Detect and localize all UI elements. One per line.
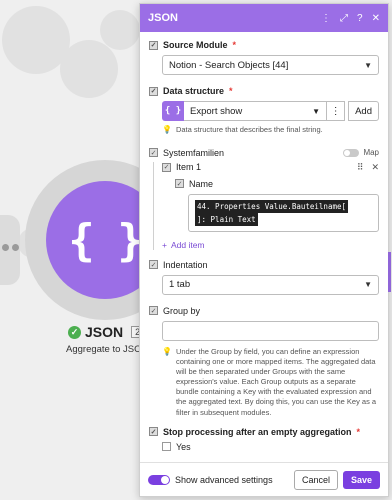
group-by-label: ✓ Group by: [149, 305, 201, 316]
chevron-down-icon: ▼: [364, 60, 372, 70]
more-vertical-icon[interactable]: ⋮: [321, 13, 331, 24]
module-subtitle: Aggregate to JSON: [66, 344, 149, 355]
stop-processing-option: Yes: [162, 442, 379, 452]
add-item-button[interactable]: + Add item: [162, 240, 379, 250]
chevron-down-icon: ▼: [364, 280, 372, 290]
name-label: ✓ Name: [175, 178, 214, 189]
connector-dot: [12, 244, 19, 251]
indentation-label: ✓ Indentation: [149, 259, 208, 270]
module-settings-panel: JSON ⋮ ⤢ ? ✕ ✓ Source Module * Notion - S…: [139, 3, 391, 497]
json-braces-icon: { }: [162, 101, 184, 121]
collapse-checkbox-icon[interactable]: ✓: [162, 162, 171, 172]
data-structure-label: ✓ Data structure *: [149, 86, 233, 96]
data-structure-menu-button[interactable]: ⋮: [327, 101, 346, 121]
panel-footer: Show advanced settings Cancel Save: [140, 462, 388, 496]
data-structure-hint: 💡 Data structure that describes the fina…: [162, 125, 323, 134]
cancel-button[interactable]: Cancel: [293, 469, 338, 490]
group-by-hint: 💡 Under the Group by field, you can defi…: [162, 346, 377, 417]
plus-icon: +: [162, 239, 167, 250]
collapse-checkbox-icon[interactable]: ✓: [149, 86, 158, 96]
advanced-settings-toggle[interactable]: [148, 474, 170, 485]
panel-scrollbar[interactable]: [388, 252, 391, 292]
yes-checkbox[interactable]: [162, 442, 171, 452]
check-icon: ✓: [68, 325, 81, 339]
source-module-select[interactable]: Notion - Search Objects [44] ▼: [162, 55, 379, 75]
canvas-bubble: [100, 10, 140, 50]
map-toggle[interactable]: [343, 148, 360, 157]
connector-dot: [2, 244, 9, 251]
collapse-checkbox-icon[interactable]: ✓: [149, 260, 158, 270]
collapse-checkbox-icon[interactable]: ✓: [149, 427, 158, 437]
lightbulb-icon: 💡: [162, 346, 172, 356]
save-button[interactable]: Save: [342, 470, 380, 489]
systemfamilien-items: ✓ Item 1 ⠿ ✕ ✓ Name 44. Properties Value…: [153, 161, 379, 250]
panel-body: ✓ Source Module * Notion - Search Objects…: [140, 32, 391, 462]
indentation-select[interactable]: 1 tab ▼: [162, 274, 379, 295]
panel-header: JSON ⋮ ⤢ ? ✕: [140, 4, 388, 32]
remove-item-icon[interactable]: ✕: [371, 162, 379, 173]
help-icon[interactable]: ?: [357, 13, 363, 24]
expand-icon[interactable]: ⤢: [340, 13, 348, 24]
map-label: Map: [363, 148, 379, 158]
collapse-checkbox-icon[interactable]: ✓: [175, 179, 184, 189]
drag-handle-icon[interactable]: ⠿: [357, 162, 364, 173]
name-mapping-input[interactable]: 44. Properties Value.Bauteilname[ ]: Pla…: [188, 193, 379, 232]
add-data-structure-button[interactable]: Add: [348, 101, 379, 121]
canvas-bubble: [60, 40, 118, 98]
module-label: ✓ JSON 2: [68, 324, 145, 340]
mapped-value-pill[interactable]: ]: Plain Text: [195, 212, 258, 226]
lightbulb-icon: 💡: [162, 125, 172, 134]
mapped-value-pill[interactable]: 44. Properties Value.Bauteilname[: [195, 199, 349, 213]
systemfamilien-label: ✓ Systemfamilien Map: [149, 147, 379, 158]
chevron-down-icon: ▼: [312, 106, 321, 116]
source-module-label: ✓ Source Module *: [149, 40, 237, 50]
close-icon[interactable]: ✕: [372, 13, 380, 24]
group-by-input[interactable]: [162, 320, 379, 341]
panel-title: JSON: [148, 12, 178, 24]
module-title: JSON: [85, 324, 124, 340]
collapse-checkbox-icon[interactable]: ✓: [149, 306, 158, 316]
json-braces-icon: { }: [68, 214, 143, 266]
stop-processing-label: ✓ Stop processing after an empty aggrega…: [149, 426, 361, 437]
data-structure-select[interactable]: Export show ▼: [184, 101, 328, 121]
advanced-settings-label: Show advanced settings: [175, 474, 273, 485]
collapse-checkbox-icon[interactable]: ✓: [149, 40, 158, 50]
item-header: ✓ Item 1 ⠿ ✕: [162, 161, 379, 173]
collapse-checkbox-icon[interactable]: ✓: [149, 148, 158, 158]
